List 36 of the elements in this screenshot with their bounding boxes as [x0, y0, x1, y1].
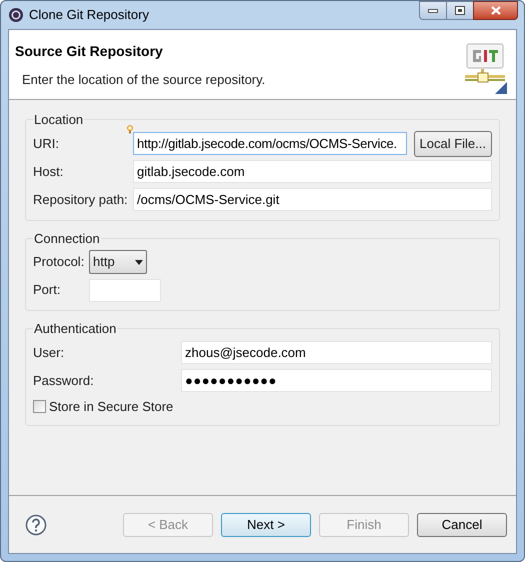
field-label: Password: [33, 372, 95, 390]
protocol-dropdown[interactable]: http [89, 250, 147, 274]
minimize-icon [428, 8, 438, 12]
text-field[interactable]: gitlab.jsecode.com [133, 160, 492, 183]
text-field[interactable]: http://gitlab.jsecode.com/ocms/OCMS-Service. [133, 132, 407, 155]
window-title: Clone Git Repository [29, 6, 149, 24]
help-icon [25, 514, 47, 536]
minimize-button[interactable] [419, 1, 447, 20]
password-field[interactable]: ●●●●●●●●●●● [181, 369, 492, 392]
app-icon [8, 7, 24, 23]
checkbox-label: Store in Secure Store [49, 398, 174, 416]
help-button[interactable] [25, 514, 47, 536]
page-description: Enter the location of the source repository. [22, 71, 266, 89]
text-field[interactable]: zhous@jsecode.com [181, 341, 492, 364]
port-field[interactable] [89, 278, 161, 302]
text-field[interactable]: /ocms/OCMS-Service.git [133, 188, 492, 211]
page-title: Source Git Repository [15, 42, 164, 61]
checkbox[interactable] [33, 400, 46, 413]
wizard-button[interactable]: Next > [221, 512, 311, 536]
dropdown-arrow-icon [135, 260, 143, 264]
field-label: Host: [33, 162, 64, 181]
field-label: Repository path: [33, 190, 129, 209]
close-button[interactable] [473, 1, 518, 20]
maximize-button[interactable] [447, 1, 473, 20]
git-logo-drawing [463, 42, 509, 96]
wizard-button[interactable]: Cancel [417, 512, 507, 536]
group-title: Authentication [33, 320, 118, 338]
field-label: User: [33, 344, 66, 362]
local-file-button[interactable]: Local File... [414, 130, 492, 156]
field-label: URI: [33, 134, 60, 153]
group-title: Location [33, 111, 84, 129]
field-label: Port: [33, 281, 62, 300]
close-icon [490, 6, 500, 15]
group-title: Connection [33, 230, 101, 248]
maximize-icon [455, 6, 465, 15]
field-label: Protocol: [33, 253, 86, 272]
